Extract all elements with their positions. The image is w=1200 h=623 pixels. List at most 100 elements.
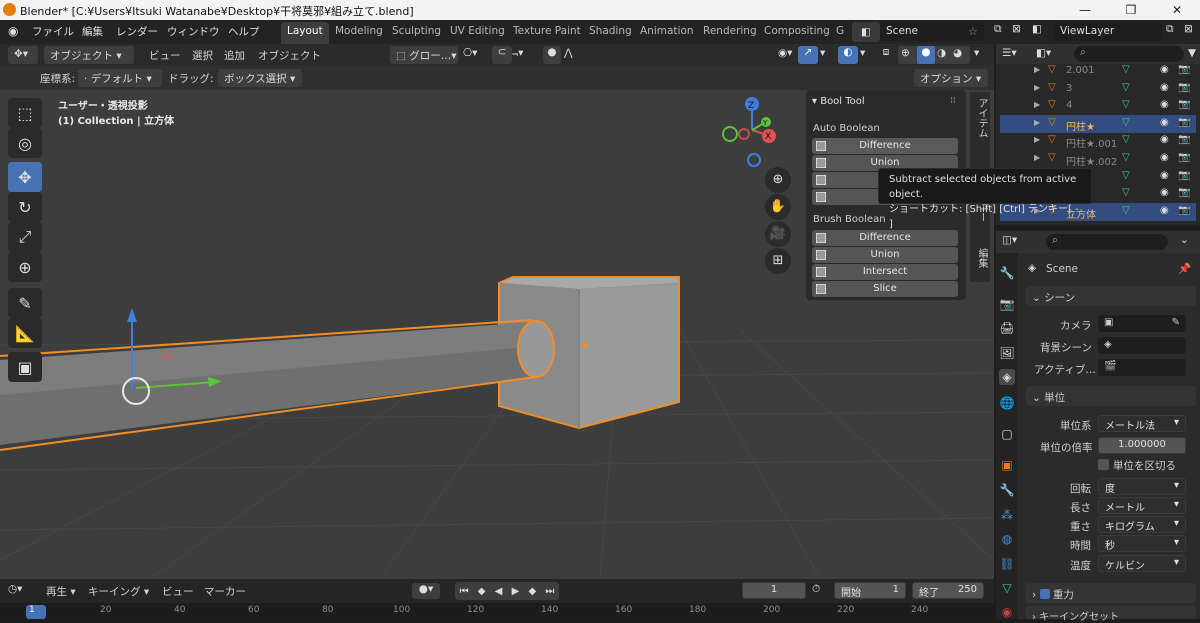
overlay-toggle-icon[interactable]: ◐	[838, 46, 858, 64]
properties-search-input[interactable]: ⌕	[1046, 234, 1168, 250]
visibility-eye-icon[interactable]: ◉	[1160, 187, 1169, 198]
world-props-icon[interactable]: 🌐	[999, 395, 1015, 411]
constraints-props-icon[interactable]: ⛓	[999, 556, 1015, 572]
visibility-icon[interactable]: ◉▾	[778, 47, 792, 59]
tab-modeling[interactable]: Modeling	[329, 22, 389, 44]
prev-keyframe-icon[interactable]: ◆	[478, 586, 486, 597]
tab-uv-editing[interactable]: UV Editing	[444, 22, 511, 44]
modifier-props-icon[interactable]: 🔧	[999, 482, 1015, 498]
temperature-dropdown[interactable]: ケルビン ▾	[1098, 555, 1186, 572]
outliner-row[interactable]: ▶ ▽ 2.001 ▽ ◉ 📷	[1000, 62, 1196, 80]
unit-scale-field[interactable]: 1.000000	[1098, 437, 1186, 454]
move-tool[interactable]: ✥	[8, 162, 42, 192]
pivot-icon[interactable]: ⎔▾	[463, 47, 477, 59]
delete-scene-icon[interactable]: ⊠	[1012, 23, 1021, 35]
proportional-edit-icon[interactable]: ●	[543, 46, 561, 64]
start-frame-field[interactable]: 開始 1	[834, 582, 906, 599]
delete-viewlayer-icon[interactable]: ⊠	[1184, 23, 1193, 35]
visibility-eye-icon[interactable]: ◉	[1160, 64, 1169, 75]
viewlayer-name-field[interactable]: ViewLayer	[1054, 23, 1162, 41]
properties-pin-icon[interactable]: 📌	[1178, 262, 1191, 275]
minimize-button[interactable]: —	[1062, 0, 1108, 20]
gizmo-toggle-icon[interactable]: ↗	[798, 46, 818, 64]
cursor-tool[interactable]: ◎	[8, 128, 42, 158]
shading-dropdown-icon[interactable]: ▾	[974, 47, 979, 59]
visibility-eye-icon[interactable]: ◉	[1160, 152, 1169, 163]
active-clip-field[interactable]: 🎬	[1098, 359, 1186, 376]
visibility-eye-icon[interactable]: ◉	[1160, 170, 1169, 181]
render-camera-icon[interactable]: 📷	[1178, 205, 1190, 216]
separate-units-checkbox[interactable]	[1098, 459, 1109, 470]
coord-system-dropdown[interactable]: ⋅ デフォルト ▾	[78, 69, 162, 87]
expand-arrow-icon[interactable]: ▶	[1034, 100, 1040, 109]
expand-arrow-icon[interactable]: ▶	[1034, 118, 1040, 127]
jump-end-icon[interactable]: ⏭	[545, 586, 554, 597]
timeline-view-menu[interactable]: ビュー	[162, 584, 194, 599]
material-shading-icon[interactable]: ◑	[937, 47, 946, 59]
playback-menu[interactable]: 再生 ▾	[46, 584, 76, 599]
render-camera-icon[interactable]: 📷	[1178, 134, 1190, 145]
tab-shading[interactable]: Shading	[583, 22, 638, 44]
menu-add[interactable]: 追加	[224, 48, 245, 63]
new-viewlayer-icon[interactable]: ⧉	[1166, 23, 1174, 36]
outliner-row[interactable]: ▶ ▽ 円柱★.002 ▽ ◉ 📷	[1000, 150, 1196, 168]
brush-slice-button[interactable]: Slice	[812, 281, 958, 297]
gravity-checkbox[interactable]	[1039, 589, 1050, 599]
menu-edit[interactable]: 編集	[82, 24, 103, 39]
display-mode-icon[interactable]: ◧▾	[1036, 47, 1051, 59]
snap-icon[interactable]: ⊂	[492, 46, 512, 64]
menu-object[interactable]: オブジェクト	[258, 48, 321, 63]
visibility-eye-icon[interactable]: ◉	[1160, 99, 1169, 110]
collection-props-icon[interactable]: ▢	[999, 426, 1015, 442]
select-tool[interactable]: ⬚	[8, 98, 42, 128]
unit-system-dropdown[interactable]: メートル法 ▾	[1098, 415, 1186, 432]
outliner-row[interactable]: ▶ ▽ 4 ▽ ◉ 📷	[1000, 97, 1196, 115]
menu-render[interactable]: レンダー	[116, 24, 158, 39]
rendered-shading-icon[interactable]: ◕	[953, 47, 962, 59]
visibility-eye-icon[interactable]: ◉	[1160, 82, 1169, 93]
xray-icon[interactable]: ⧈	[878, 46, 894, 64]
tab-geometry[interactable]: G	[830, 22, 850, 44]
cylinder-object[interactable]	[0, 319, 555, 451]
drag-dropdown[interactable]: ボックス選択 ▾	[218, 69, 302, 87]
menu-file[interactable]: ファイル	[32, 24, 74, 39]
length-dropdown[interactable]: メートル ▾	[1098, 497, 1186, 514]
overlay-dropdown-icon[interactable]: ▾	[860, 47, 865, 59]
filter-icon[interactable]: ▼	[1188, 47, 1196, 59]
render-camera-icon[interactable]: 📷	[1178, 187, 1190, 198]
blender-menu-icon[interactable]: ◉	[8, 24, 24, 38]
tab-compositing[interactable]: Compositing	[758, 22, 836, 44]
transform-orientation-dropdown[interactable]: ⬚ グロー…▾	[390, 46, 458, 64]
snap-target-icon[interactable]: ⫬▾	[512, 47, 523, 60]
zoom-icon[interactable]: ⊕	[765, 167, 791, 193]
bg-scene-field[interactable]: ◈	[1098, 337, 1186, 354]
outliner-row[interactable]: ▶ ▽ 3 ▽ ◉ 📷	[1000, 80, 1196, 98]
brush-union-button[interactable]: Union	[812, 247, 958, 263]
wireframe-shading-icon[interactable]: ⊕	[901, 47, 910, 59]
properties-options-icon[interactable]: ⌄	[1180, 234, 1189, 246]
tab-animation[interactable]: Animation	[634, 22, 700, 44]
properties-editor-type-icon[interactable]: ◫▾	[1002, 234, 1017, 246]
tab-edit[interactable]: 編集	[974, 248, 989, 268]
render-camera-icon[interactable]: 📷	[1178, 170, 1190, 181]
solid-shading-icon[interactable]: ●	[917, 46, 935, 64]
editor-type-dropdown[interactable]: ✥▾	[8, 46, 38, 64]
play-icon[interactable]: ▶	[512, 586, 520, 597]
auto-keying-button[interactable]: ●▾	[412, 583, 440, 599]
end-frame-field[interactable]: 終了 250	[912, 582, 984, 599]
expand-arrow-icon[interactable]: ▶	[1034, 135, 1040, 144]
render-camera-icon[interactable]: 📷	[1178, 152, 1190, 163]
new-scene-icon[interactable]: ⧉	[994, 23, 1002, 36]
visibility-eye-icon[interactable]: ◉	[1160, 134, 1169, 145]
scene-browse-icon[interactable]: ◧	[852, 22, 880, 42]
tab-rendering[interactable]: Rendering	[697, 22, 763, 44]
pan-hand-icon[interactable]: ✋	[765, 194, 791, 220]
time-dropdown[interactable]: 秒 ▾	[1098, 535, 1186, 552]
tab-item[interactable]: アイテム	[974, 98, 989, 138]
brush-intersect-button[interactable]: Intersect	[812, 264, 958, 280]
tool-props-icon[interactable]: 🔧	[999, 265, 1015, 281]
scale-tool[interactable]: ⤢	[8, 222, 42, 252]
play-reverse-icon[interactable]: ◀	[495, 586, 503, 597]
output-props-icon[interactable]: 🖨	[999, 320, 1015, 336]
camera-field[interactable]: ▣ ✎	[1098, 315, 1186, 332]
